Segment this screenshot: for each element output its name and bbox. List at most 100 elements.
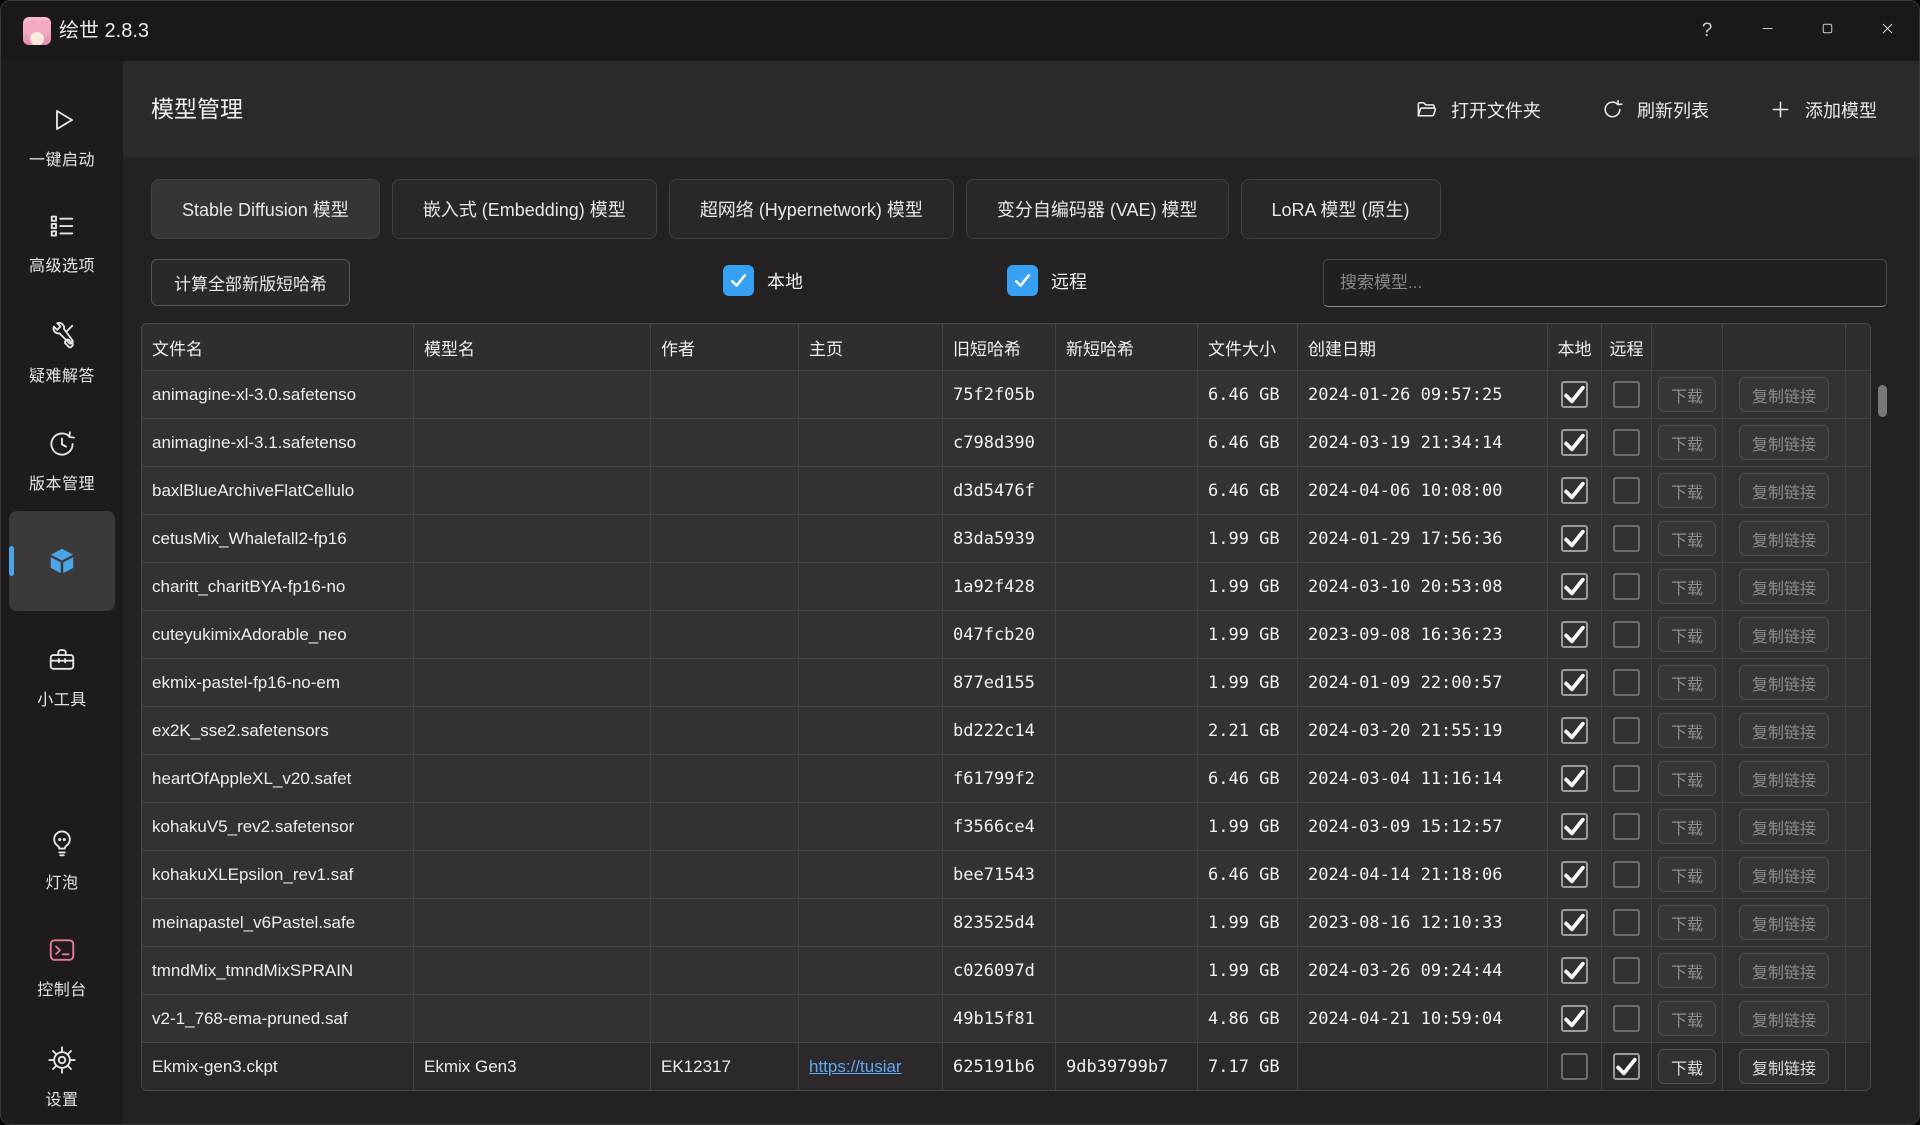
download-button[interactable]: 下载 [1658, 1001, 1716, 1036]
window-minimize-button[interactable] [1737, 1, 1797, 61]
local-checkbox[interactable] [1561, 525, 1588, 552]
remote-checkbox[interactable] [1613, 1005, 1640, 1032]
local-checkbox[interactable] [1561, 573, 1588, 600]
copy-link-button[interactable]: 复制链接 [1739, 1001, 1829, 1036]
sidebar-item-mini-tools[interactable]: 小工具 [1, 645, 123, 710]
local-checkbox[interactable] [1561, 765, 1588, 792]
compute-hash-button[interactable]: 计算全部新版短哈希 [151, 259, 350, 306]
download-button[interactable]: 下载 [1658, 569, 1716, 604]
table-header-row: 文件名模型名作者主页旧短哈希新短哈希文件大小创建日期本地远程 [142, 324, 1870, 370]
remote-checkbox[interactable] [1613, 1053, 1640, 1080]
local-checkbox[interactable] [1561, 1005, 1588, 1032]
remote-checkbox[interactable] [1613, 525, 1640, 552]
sidebar-item-settings[interactable]: 设置 [1, 1045, 123, 1110]
tab-embedding[interactable]: 嵌入式 (Embedding) 模型 [392, 179, 657, 239]
sidebar-item-console[interactable]: 控制台 [1, 935, 123, 1000]
file-name-cell: meinapastel_v6Pastel.safe [152, 913, 355, 933]
remote-filter-checkbox[interactable] [1007, 265, 1038, 296]
download-button[interactable]: 下载 [1658, 857, 1716, 892]
add-model-button[interactable]: 添加模型 [1763, 96, 1883, 124]
sidebar-item-bulb[interactable]: 灯泡 [1, 828, 123, 893]
download-button[interactable]: 下载 [1658, 473, 1716, 508]
copy-link-button[interactable]: 复制链接 [1739, 377, 1829, 412]
local-filter[interactable]: 本地 [723, 265, 803, 296]
refresh-list-button[interactable]: 刷新列表 [1595, 96, 1715, 124]
remote-checkbox[interactable] [1613, 573, 1640, 600]
cell-filler [1846, 803, 1870, 850]
remote-checkbox[interactable] [1613, 717, 1640, 744]
copy-link-button[interactable]: 复制链接 [1739, 617, 1829, 652]
copy-link-button[interactable]: 复制链接 [1739, 521, 1829, 556]
copy-link-button[interactable]: 复制链接 [1739, 857, 1829, 892]
download-button[interactable]: 下载 [1658, 377, 1716, 412]
remote-checkbox[interactable] [1613, 429, 1640, 456]
copy-link-button[interactable]: 复制链接 [1739, 761, 1829, 796]
download-button[interactable]: 下载 [1658, 953, 1716, 988]
cell-author-cell [651, 995, 799, 1042]
sidebar-item-quick-launch[interactable]: 一键启动 [1, 105, 123, 170]
local-checkbox[interactable] [1561, 957, 1588, 984]
cell-filler [1846, 515, 1870, 562]
local-checkbox[interactable] [1561, 909, 1588, 936]
copy-link-button[interactable]: 复制链接 [1739, 809, 1829, 844]
copy-link-button[interactable]: 复制链接 [1739, 665, 1829, 700]
sidebar-item-troubleshooting[interactable]: 疑难解答 [1, 321, 123, 386]
window-close-button[interactable] [1857, 1, 1917, 61]
local-checkbox[interactable] [1561, 813, 1588, 840]
local-filter-checkbox[interactable] [723, 265, 754, 296]
copy-link-button[interactable]: 复制链接 [1739, 905, 1829, 940]
cell-homepage-cell [799, 899, 943, 946]
download-button[interactable]: 下载 [1658, 665, 1716, 700]
remote-checkbox[interactable] [1613, 957, 1640, 984]
copy-link-button[interactable]: 复制链接 [1739, 1049, 1829, 1084]
download-button[interactable]: 下载 [1658, 761, 1716, 796]
tab-hypernetwork[interactable]: 超网络 (Hypernetwork) 模型 [669, 179, 954, 239]
local-checkbox[interactable] [1561, 1053, 1588, 1080]
download-button[interactable]: 下载 [1658, 617, 1716, 652]
remote-checkbox[interactable] [1613, 909, 1640, 936]
local-checkbox[interactable] [1561, 429, 1588, 456]
download-button[interactable]: 下载 [1658, 713, 1716, 748]
download-button[interactable]: 下载 [1658, 905, 1716, 940]
download-button[interactable]: 下载 [1658, 521, 1716, 556]
local-checkbox[interactable] [1561, 669, 1588, 696]
local-checkbox[interactable] [1561, 621, 1588, 648]
copy-link-button[interactable]: 复制链接 [1739, 569, 1829, 604]
remote-checkbox[interactable] [1613, 669, 1640, 696]
local-checkbox[interactable] [1561, 381, 1588, 408]
tab-stable-diffusion[interactable]: Stable Diffusion 模型 [151, 179, 380, 239]
tab-vae[interactable]: 变分自编码器 (VAE) 模型 [966, 179, 1229, 239]
local-checkbox[interactable] [1561, 861, 1588, 888]
open-folder-button[interactable]: 打开文件夹 [1409, 96, 1547, 124]
local-checkbox[interactable] [1561, 477, 1588, 504]
remote-checkbox[interactable] [1613, 813, 1640, 840]
remote-checkbox[interactable] [1613, 381, 1640, 408]
vertical-scrollbar-thumb[interactable] [1878, 385, 1887, 417]
download-button[interactable]: 下载 [1658, 425, 1716, 460]
homepage-link[interactable]: https://tusiar [809, 1057, 902, 1077]
remote-checkbox[interactable] [1613, 861, 1640, 888]
copy-link-button[interactable]: 复制链接 [1739, 713, 1829, 748]
download-button[interactable]: 下载 [1658, 1049, 1716, 1084]
window-help-button[interactable]: ? [1677, 1, 1737, 61]
remote-checkbox[interactable] [1613, 477, 1640, 504]
copy-link-button[interactable]: 复制链接 [1739, 953, 1829, 988]
sidebar-item-version-manager[interactable]: 版本管理 [1, 429, 123, 494]
local-checkbox[interactable] [1561, 717, 1588, 744]
cell-created-date-cell: 2024-04-14 21:18:06 [1298, 851, 1548, 898]
cell-created-date-cell: 2024-03-20 21:55:19 [1298, 707, 1548, 754]
sidebar-item-advanced-options[interactable]: 高级选项 [1, 211, 123, 276]
remote-filter[interactable]: 远程 [1007, 265, 1087, 296]
copy-link-button[interactable]: 复制链接 [1739, 425, 1829, 460]
download-button[interactable]: 下载 [1658, 809, 1716, 844]
remote-checkbox[interactable] [1613, 621, 1640, 648]
play-icon [47, 105, 77, 135]
remote-checkbox[interactable] [1613, 765, 1640, 792]
sidebar-item-model-manager[interactable] [9, 511, 115, 611]
tab-lora[interactable]: LoRA 模型 (原生) [1241, 179, 1441, 239]
copy-link-button[interactable]: 复制链接 [1739, 473, 1829, 508]
search-input[interactable] [1323, 259, 1887, 307]
window-maximize-button[interactable] [1797, 1, 1857, 61]
table-row: baxlBlueArchiveFlatCellulod3d5476f6.46 G… [142, 466, 1870, 514]
created-date-cell: 2024-03-10 20:53:08 [1308, 577, 1502, 597]
